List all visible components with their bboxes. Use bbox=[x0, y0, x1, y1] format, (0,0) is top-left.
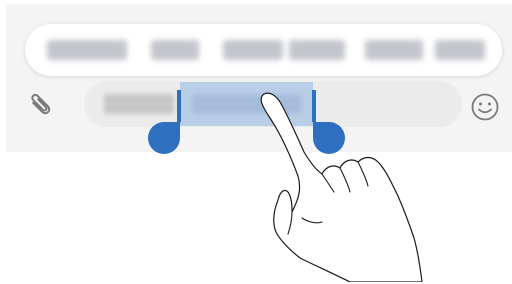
paperclip-icon[interactable] bbox=[26, 90, 56, 120]
selection-start-caret bbox=[177, 90, 181, 122]
context-menu-item[interactable] bbox=[151, 40, 199, 60]
hand-pointer-icon bbox=[260, 92, 423, 282]
context-menu-item[interactable] bbox=[365, 40, 423, 60]
selection-start-handle[interactable] bbox=[148, 122, 180, 154]
context-menu-item[interactable] bbox=[289, 40, 345, 60]
message-text-unselected bbox=[104, 94, 174, 114]
smiley-icon[interactable] bbox=[470, 92, 500, 122]
text-selection-context-menu bbox=[25, 24, 502, 76]
context-menu-item[interactable] bbox=[47, 40, 127, 60]
context-menu-item[interactable] bbox=[223, 40, 283, 60]
context-menu-item[interactable] bbox=[435, 40, 485, 60]
